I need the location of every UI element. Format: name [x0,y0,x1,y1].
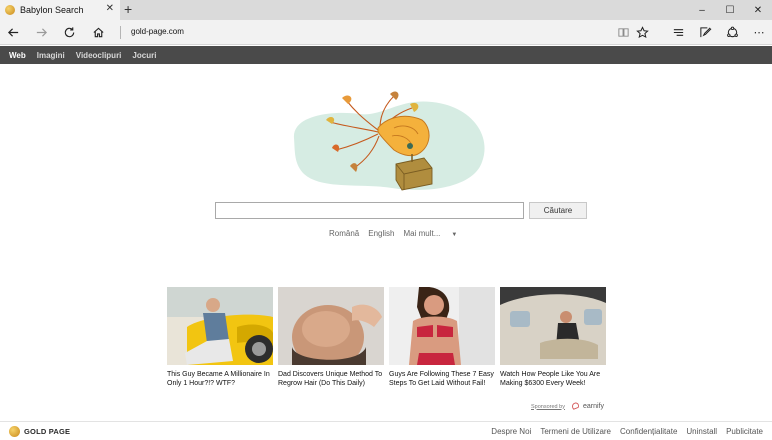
card-image[interactable] [278,287,384,365]
star-icon [635,26,649,39]
share-button[interactable] [722,23,742,42]
footer-links: Despre Noi Termeni de Utilizare Confiden… [482,427,763,436]
lang-english-link[interactable]: English [368,229,394,238]
url-field[interactable]: gold-page.com [131,27,184,36]
footer-link-privacy[interactable]: Confidențialitate [620,427,677,436]
pen-note-icon [699,27,711,38]
card-image[interactable] [389,287,495,365]
gold-coin-icon [9,426,20,437]
gramophone-illustration [293,91,485,191]
sponsored-by[interactable]: Sponsored by earnify [531,402,604,411]
address-bar: gold-page.com ⋯ [0,20,772,45]
footer-logo-text: GOLD PAGE [24,427,71,436]
forward-button[interactable] [31,23,51,42]
web-note-button[interactable] [695,23,715,42]
new-tab-button[interactable]: + [124,1,132,17]
footer-link-advertising[interactable]: Publicitate [726,427,763,436]
sponsored-card[interactable]: This Guy Became A Millionaire In Only 1 … [167,287,273,388]
sponsored-card[interactable]: Dad Discovers Unique Method To Regrow Ha… [278,287,384,388]
nav-images[interactable]: Imagini [37,51,65,60]
more-menu-button[interactable]: ⋯ [749,23,769,42]
earnify-logo-icon [572,402,579,410]
search-button[interactable]: Căutare [529,202,587,219]
browser-tab-bar: Babylon Search ✕ + – ☐ ✕ [0,0,772,20]
reading-view-icon [617,28,629,37]
nav-web[interactable]: Web [9,51,26,60]
footer-link-uninstall[interactable]: Uninstall [686,427,717,436]
footer-link-about[interactable]: Despre Noi [491,427,531,436]
home-button[interactable] [88,23,108,42]
gold-page-logo[interactable]: GOLD PAGE [9,426,70,437]
sponsored-cards: This Guy Became A Millionaire In Only 1 … [167,287,607,402]
forward-arrow-icon [36,28,47,37]
more-languages-dropdown[interactable]: Mai mult... ▼ [404,229,467,238]
close-window-button[interactable]: ✕ [744,0,772,20]
sponsored-card[interactable]: Watch How People Like You Are Making $63… [500,287,606,388]
url-separator [120,26,121,39]
nav-games[interactable]: Jocuri [132,51,156,60]
refresh-icon [64,27,74,38]
refresh-button[interactable] [59,23,79,42]
babylon-favicon-icon [5,5,15,15]
browser-tab[interactable]: Babylon Search ✕ [0,0,120,20]
more-dots-icon: ⋯ [753,27,765,39]
minimize-button[interactable]: – [688,0,716,20]
reading-view-button[interactable] [613,23,633,42]
footer: GOLD PAGE Despre Noi Termeni de Utilizar… [0,421,772,440]
sponsor-brand: earnify [582,403,604,410]
hub-icon [673,29,683,36]
maximize-button[interactable]: ☐ [716,0,744,20]
tab-close-icon[interactable]: ✕ [106,3,114,14]
site-nav: Web Imagini Videoclipuri Jocuri [0,46,772,64]
sponsored-card[interactable]: Guys Are Following These 7 Easy Steps To… [389,287,495,388]
card-image[interactable] [500,287,606,365]
favorite-button[interactable] [632,23,652,42]
home-icon [92,27,104,38]
share-icon [726,26,738,38]
dropdown-arrow-icon: ▼ [451,232,458,238]
more-languages-label: Mai mult... [403,229,441,238]
back-arrow-icon [7,28,18,37]
hub-button[interactable] [668,23,688,42]
card-image[interactable] [167,287,273,365]
sponsored-label: Sponsored by [531,403,565,410]
search-input[interactable] [215,202,524,219]
card-caption[interactable]: Dad Discovers Unique Method To Regrow Ha… [278,370,384,388]
lang-romanian-link[interactable]: Română [329,229,359,238]
card-caption[interactable]: This Guy Became A Millionaire In Only 1 … [167,370,273,388]
card-caption[interactable]: Guys Are Following These 7 Easy Steps To… [389,370,495,388]
back-button[interactable] [3,23,23,42]
nav-videos[interactable]: Videoclipuri [76,51,122,60]
language-links: Română English Mai mult... ▼ [329,229,475,238]
footer-link-terms[interactable]: Termeni de Utilizare [540,427,611,436]
tab-title: Babylon Search [20,5,84,15]
card-caption[interactable]: Watch How People Like You Are Making $63… [500,370,606,388]
